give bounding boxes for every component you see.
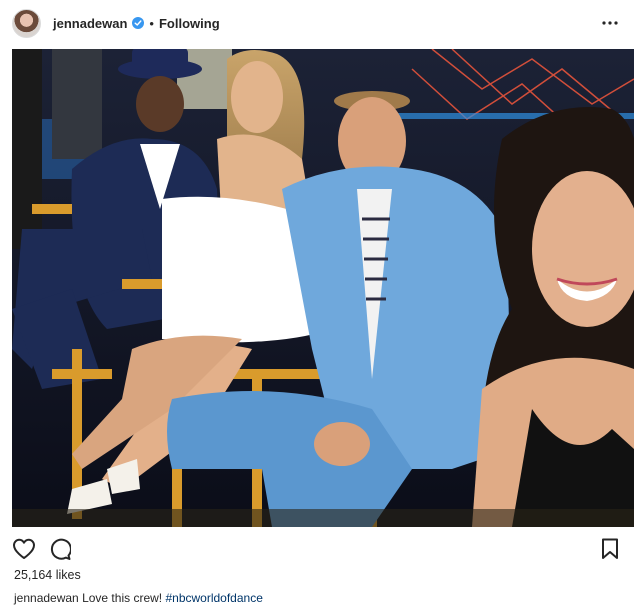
username-link[interactable]: jennadewan: [53, 16, 127, 31]
action-bar: [0, 532, 634, 564]
verified-badge-icon: [132, 17, 145, 29]
bookmark-icon[interactable]: [597, 536, 623, 562]
post-caption: jennadewan Love this crew! #nbcworldofda…: [14, 591, 263, 605]
caption-text: Love this crew!: [82, 591, 163, 605]
caption-username[interactable]: jennadewan: [14, 591, 79, 605]
likes-count[interactable]: 25,164 likes: [14, 568, 81, 582]
comment-icon[interactable]: [47, 536, 73, 562]
more-options-icon[interactable]: [600, 13, 620, 33]
following-button[interactable]: Following: [159, 16, 220, 31]
post-photo[interactable]: [12, 49, 634, 527]
caption-hashtag[interactable]: #nbcworldofdance: [165, 591, 262, 605]
post-header: jennadewan • Following: [0, 0, 634, 46]
avatar[interactable]: [12, 8, 41, 38]
instagram-post: jennadewan • Following 25,164 likes jenn…: [0, 0, 634, 609]
heart-icon[interactable]: [11, 536, 37, 562]
header-separator: •: [149, 15, 154, 31]
